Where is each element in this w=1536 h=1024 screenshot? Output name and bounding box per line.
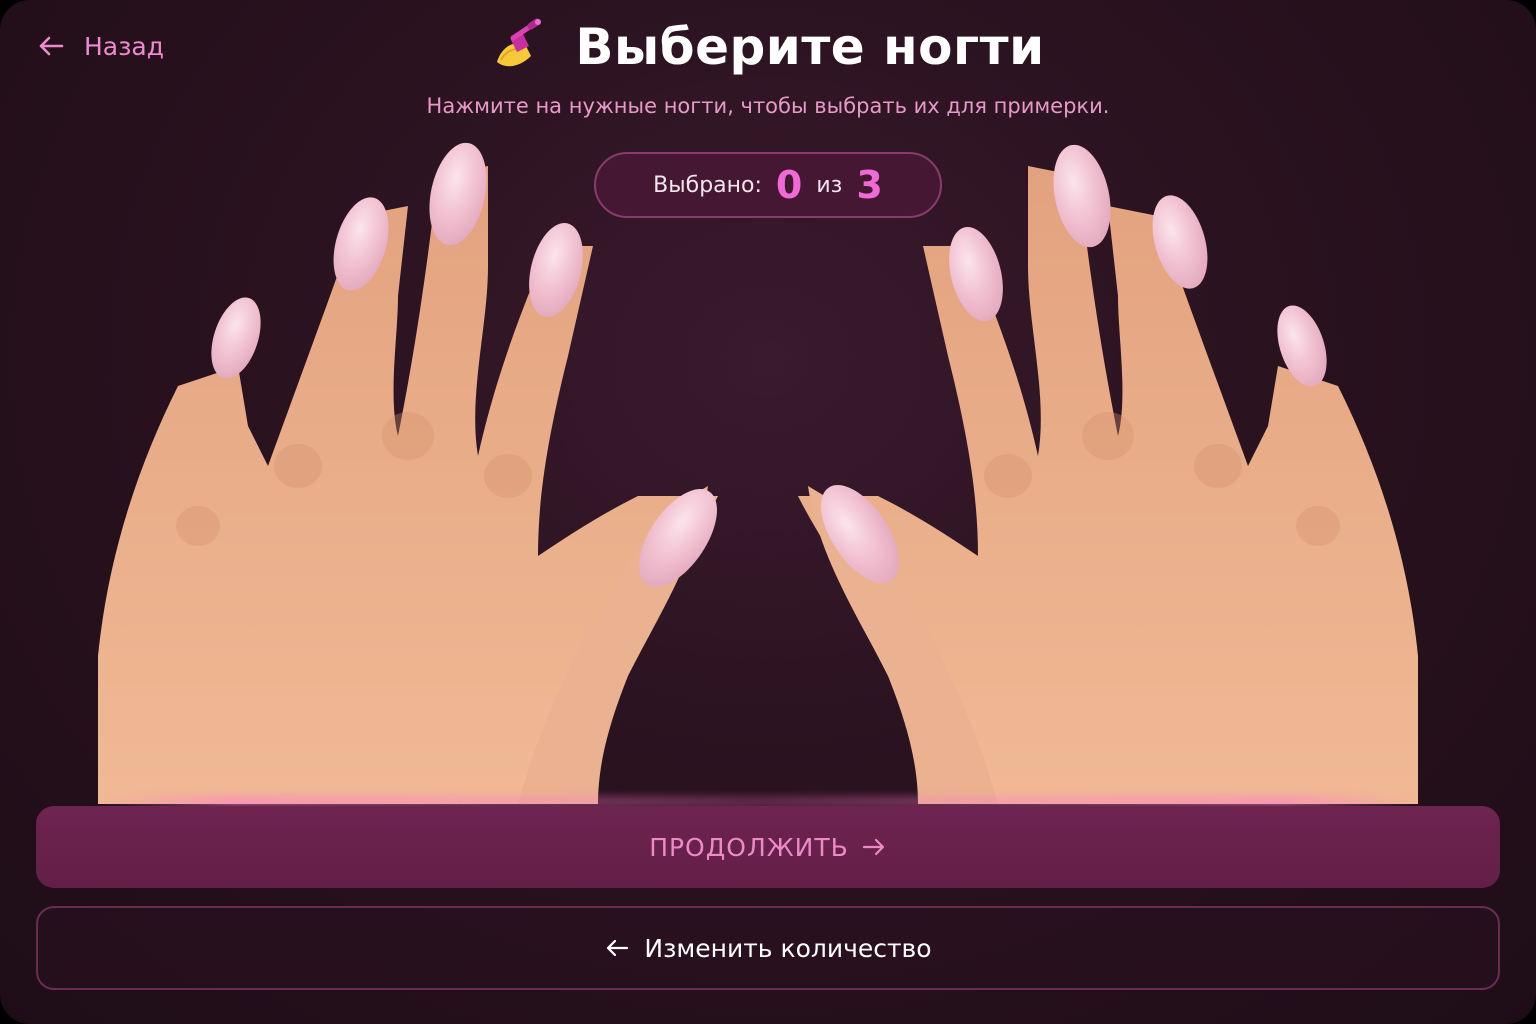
- counter-separator: из: [816, 172, 843, 198]
- selection-counter: Выбрано: 0 из 3: [594, 152, 942, 218]
- continue-label: ПРОДОЛЖИТЬ: [649, 832, 849, 862]
- counter-selected: 0: [775, 163, 803, 207]
- nail-select-screen: Назад Выберите ногти Нажмите на нужные н…: [0, 0, 1536, 1024]
- arrow-left-icon: [607, 939, 629, 957]
- counter-total: 3: [856, 163, 883, 207]
- change-count-button[interactable]: Изменить количество: [36, 906, 1500, 990]
- right-hand: [798, 166, 1418, 804]
- page-title: Выберите ногти: [575, 18, 1045, 76]
- hands-image: [98, 136, 1418, 804]
- left-hand: [98, 166, 718, 804]
- title-row: Выберите ногти: [0, 18, 1536, 76]
- change-count-label: Изменить количество: [644, 933, 932, 963]
- nail-polish-icon: [497, 18, 542, 67]
- counter-label: Выбрано:: [653, 172, 762, 198]
- arrow-right-icon: [862, 838, 884, 856]
- page-subtitle: Нажмите на нужные ногти, чтобы выбрать и…: [426, 94, 1110, 118]
- continue-button[interactable]: ПРОДОЛЖИТЬ: [36, 806, 1500, 888]
- nail-left-pinky[interactable]: [202, 291, 270, 384]
